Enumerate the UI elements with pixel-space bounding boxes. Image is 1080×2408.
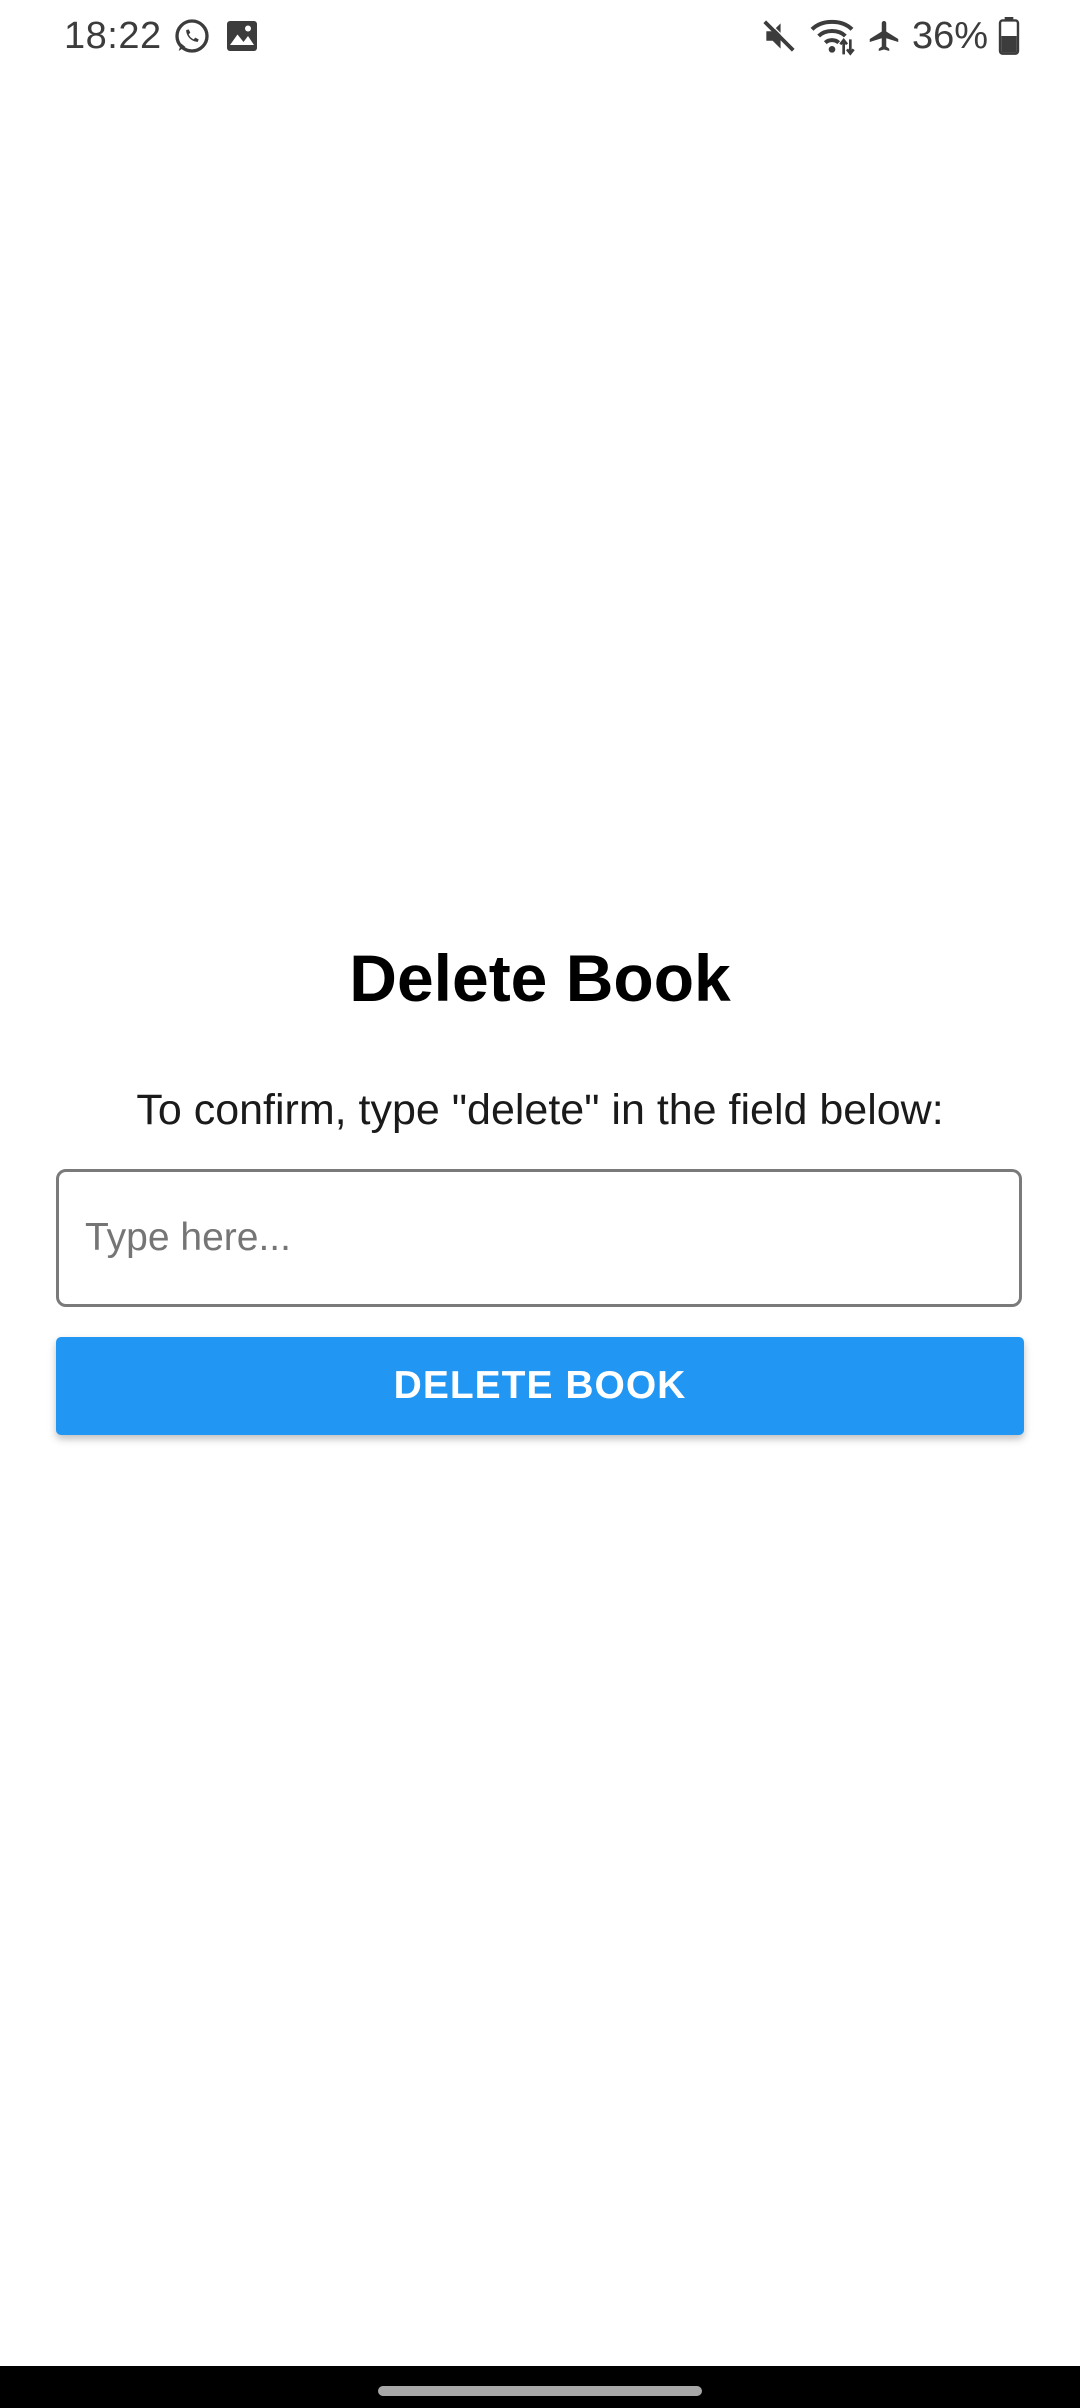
- delete-book-button[interactable]: DELETE BOOK: [56, 1337, 1024, 1435]
- page-title: Delete Book: [349, 941, 731, 1015]
- home-indicator[interactable]: [378, 2386, 702, 2396]
- delete-book-screen: Delete Book To confirm, type "delete" in…: [0, 0, 1080, 2408]
- confirm-delete-input[interactable]: [56, 1169, 1022, 1307]
- app-screen: 18:22 36% Delete Book To confirm, type "…: [0, 0, 1080, 2408]
- navigation-bar: [0, 2366, 1080, 2408]
- confirm-instruction: To confirm, type "delete" in the field b…: [136, 1086, 944, 1134]
